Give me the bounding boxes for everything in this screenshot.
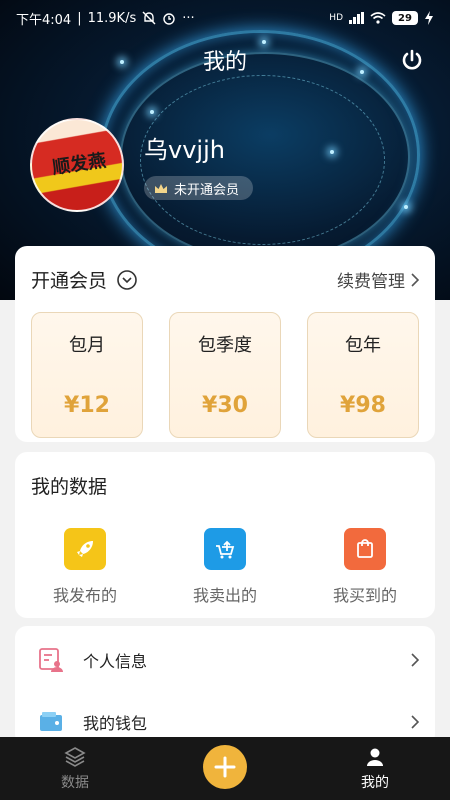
membership-badge[interactable]: 未开通会员 (144, 176, 254, 200)
signal-icon (349, 12, 364, 24)
data-label: 我发布的 (52, 586, 117, 605)
menu-card: 个人信息 我的钱包 (15, 626, 435, 746)
rocket-icon (64, 528, 106, 570)
tab-mine[interactable]: 我的 (300, 737, 450, 800)
layers-icon (64, 746, 86, 767)
profile-card-icon (37, 646, 65, 674)
renewal-label: 续费管理 (337, 272, 405, 292)
membership-status: 未开通会员 (174, 182, 240, 198)
tab-label: 我的 (361, 774, 389, 791)
my-published-button[interactable]: 我发布的 (15, 528, 155, 606)
tab-data[interactable]: 数据 (0, 737, 150, 800)
menu-label: 个人信息 (83, 652, 148, 671)
bottom-nav: 数据 我的 (0, 737, 450, 800)
chevron-right-icon (411, 653, 419, 667)
page-title: 我的 (202, 50, 247, 75)
alarm-icon (163, 13, 175, 25)
my-data-title: 我的数据 (31, 476, 108, 498)
shopping-bag-icon (344, 528, 386, 570)
tab-label: 数据 (61, 774, 89, 791)
renewal-management-link[interactable]: 续费管理 (337, 267, 419, 292)
status-bar: 下午4:04 | 11.9K/s ··· HD 29 (0, 0, 450, 36)
power-icon (402, 49, 422, 70)
plan-monthly[interactable]: 包月 ¥12 (31, 312, 143, 438)
data-label: 我卖出的 (192, 586, 257, 605)
hd-label: HD (329, 13, 343, 23)
plan-yearly[interactable]: 包年 ¥98 (307, 312, 419, 438)
plan-quarterly[interactable]: 包季度 ¥30 (169, 312, 281, 438)
chevron-down-circle-icon (117, 269, 137, 290)
my-bought-button[interactable]: 我买到的 (295, 528, 435, 606)
crown-icon (155, 183, 167, 193)
mute-bell-icon (142, 11, 156, 25)
vip-title: 开通会员 (31, 270, 108, 292)
more-dots: ··· (182, 10, 195, 26)
person-icon (367, 748, 383, 766)
plan-price: ¥30 (202, 393, 248, 418)
menu-item-profile[interactable]: 个人信息 (15, 630, 435, 690)
sparkle (150, 110, 154, 114)
charging-icon (425, 11, 433, 25)
wallet-icon (37, 708, 65, 736)
plan-price: ¥98 (340, 393, 386, 418)
avatar-image-text: 顺发燕 (51, 150, 108, 179)
vip-card: 开通会员 续费管理 包月 ¥12 包季度 ¥30 包年 ¥98 (15, 246, 435, 442)
avatar[interactable]: 顺发燕 (30, 118, 124, 212)
my-sold-button[interactable]: 我卖出的 (155, 528, 295, 606)
upload-cart-icon (204, 528, 246, 570)
my-data-card: 我的数据 我发布的 我卖出的 我买到的 (15, 452, 435, 618)
plan-price: ¥12 (64, 393, 110, 418)
sparkle (404, 205, 408, 209)
battery-icon: 29 (392, 11, 418, 25)
plan-name: 包年 (345, 335, 381, 356)
data-label: 我买到的 (332, 586, 397, 605)
plan-name: 包季度 (198, 335, 252, 356)
menu-label: 我的钱包 (83, 714, 148, 733)
plan-name: 包月 (69, 335, 105, 356)
sparkle (330, 150, 334, 154)
chevron-right-icon (411, 272, 419, 287)
username: 乌vvjjh (144, 136, 225, 164)
logout-button[interactable] (396, 44, 428, 76)
status-time: 下午4:04 (16, 12, 72, 28)
vip-toggle[interactable]: 开通会员 (31, 266, 137, 293)
chevron-right-icon (411, 715, 419, 729)
add-post-button[interactable] (203, 745, 247, 789)
plus-icon (214, 756, 236, 778)
wifi-icon (370, 12, 386, 24)
network-speed: 11.9K/s (87, 10, 137, 26)
